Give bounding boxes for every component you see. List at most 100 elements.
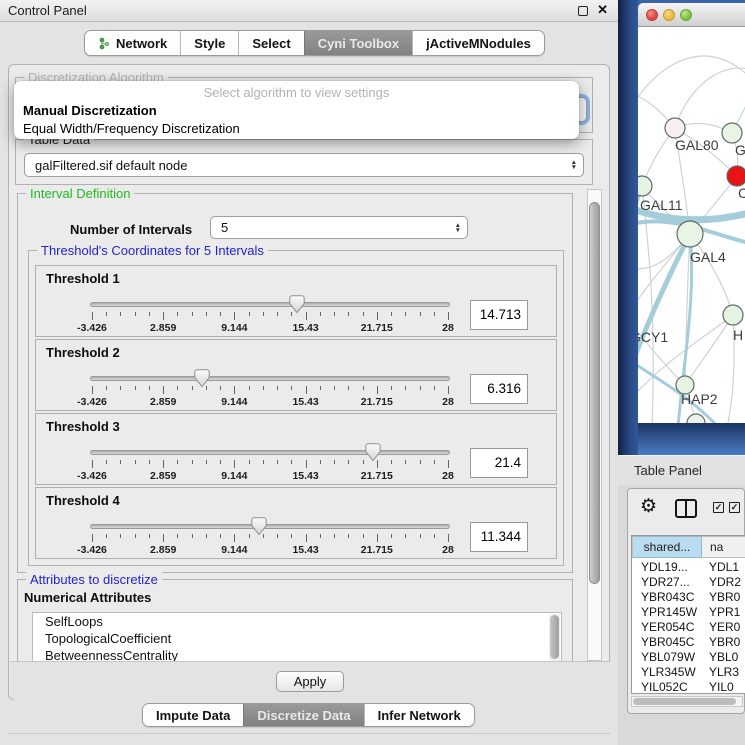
table-cell[interactable]: YPR1 xyxy=(702,605,745,620)
network-edge xyxy=(685,315,733,385)
slider-track[interactable] xyxy=(90,524,450,529)
zoom-traffic-light[interactable] xyxy=(680,9,692,21)
stepper-icon[interactable]: ▲ ▼ xyxy=(565,160,583,170)
minimize-traffic-light[interactable] xyxy=(663,9,675,21)
threshold-slider[interactable]: -3.4262.8599.14415.4321.71528 xyxy=(92,296,448,338)
checkbox-icon[interactable]: ✓ xyxy=(729,502,740,513)
numerical-attributes-list[interactable]: SelfLoopsTopologicalCoefficientBetweenne… xyxy=(32,612,562,661)
table-row[interactable]: YIL052CYIL0 xyxy=(632,680,745,694)
thresholds-group: Threshold's Coordinates for 5 Intervals … xyxy=(28,250,564,566)
table-cell[interactable]: YIL0 xyxy=(702,680,745,694)
tick-label: 2.859 xyxy=(150,470,176,482)
threshold-slider[interactable]: -3.4262.8599.14415.4321.71528 xyxy=(92,444,448,486)
column-header-shared[interactable]: shared... xyxy=(632,536,702,558)
network-node-GAL11[interactable] xyxy=(638,176,652,196)
node-label: H xyxy=(733,327,743,343)
slider-track[interactable] xyxy=(90,376,450,381)
control-panel-titlebar: Control Panel ✕ xyxy=(0,0,618,22)
table-cell[interactable]: YDR2 xyxy=(702,575,745,590)
threshold-label: Threshold 2 xyxy=(46,345,120,360)
table-cell[interactable]: YIL052C xyxy=(632,680,702,694)
list-item-topologicalcoefficient[interactable]: TopologicalCoefficient xyxy=(33,630,561,647)
table-cell[interactable]: YBR0 xyxy=(702,590,745,605)
table-row[interactable]: YBL079WYBL0 xyxy=(632,650,745,665)
network-edge xyxy=(638,56,745,112)
table-row[interactable]: YLR345WYLR3 xyxy=(632,665,745,680)
table-row[interactable]: YPR145WYPR1 xyxy=(632,605,745,620)
tab-impute-data[interactable]: Impute Data xyxy=(143,704,243,726)
table-row[interactable]: YBR045CYBR0 xyxy=(632,635,745,650)
network-node-node-bottom[interactable] xyxy=(687,414,705,423)
network-canvas[interactable]: GAL80GCGAL11GAL4GCY1HHAP2 xyxy=(638,27,745,423)
tab-jactivemnodules[interactable]: jActiveMNodules xyxy=(412,31,544,55)
window-frame-bottom xyxy=(638,423,745,455)
table-cell[interactable]: YPR145W xyxy=(632,605,702,620)
panel-scrollbar[interactable] xyxy=(587,189,602,661)
table-cell[interactable]: YER054C xyxy=(632,620,702,635)
threshold-slider[interactable]: -3.4262.8599.14415.4321.71528 xyxy=(92,370,448,412)
list-scrollbar-thumb[interactable] xyxy=(550,615,559,659)
split-columns-icon[interactable] xyxy=(675,499,697,518)
slider-track[interactable] xyxy=(90,302,450,307)
stepper-icon[interactable]: ▲ ▼ xyxy=(449,223,467,233)
close-icon[interactable]: ✕ xyxy=(597,2,608,18)
threshold-slider[interactable]: -3.4262.8599.14415.4321.71528 xyxy=(92,518,448,560)
table-cell[interactable]: YBL079W xyxy=(632,650,702,665)
table-cell[interactable]: YBL0 xyxy=(702,650,745,665)
table-cell[interactable]: YBR0 xyxy=(702,635,745,650)
list-scrollbar[interactable] xyxy=(549,614,560,661)
gear-icon[interactable]: ⚙ xyxy=(640,497,657,517)
table-row[interactable]: YDL19...YDL1 xyxy=(632,560,745,575)
dropdown-option-equal-width-frequency-discretization[interactable]: Equal Width/Frequency Discretization xyxy=(14,120,579,138)
tab-discretize-data[interactable]: Discretize Data xyxy=(243,704,363,726)
threshold-value-field[interactable]: 14.713 xyxy=(470,300,528,330)
table-cell[interactable]: YBR043C xyxy=(632,590,702,605)
table-data-select[interactable]: galFiltered.sif default node ▲ ▼ xyxy=(24,153,584,177)
network-node-H[interactable] xyxy=(723,305,743,325)
tick-label: -3.426 xyxy=(77,396,107,408)
dropdown-option-manual-discretization[interactable]: Manual Discretization xyxy=(14,102,579,120)
table-row[interactable]: YDR27...YDR2 xyxy=(632,575,745,590)
tick-label: 15.43 xyxy=(292,396,318,408)
column-header-na[interactable]: na xyxy=(702,536,745,558)
list-item-selfloops[interactable]: SelfLoops xyxy=(33,613,561,630)
threshold-value-field[interactable]: 21.4 xyxy=(470,448,528,478)
table-hscrollbar[interactable] xyxy=(631,696,743,707)
attributes-group-title: Attributes to discretize xyxy=(26,572,162,587)
table-cell[interactable]: YLR345W xyxy=(632,665,702,680)
tab-select[interactable]: Select xyxy=(238,31,303,55)
table-cell[interactable]: YDL19... xyxy=(632,560,702,575)
apply-button[interactable]: Apply xyxy=(276,671,344,692)
table-cell[interactable]: YDR27... xyxy=(632,575,702,590)
network-node-C[interactable] xyxy=(727,166,745,186)
tab-style[interactable]: Style xyxy=(180,31,238,55)
attributes-group: Attributes to discretize Numerical Attri… xyxy=(17,579,573,661)
checkbox-icon[interactable]: ✓ xyxy=(713,502,724,513)
tab-infer-network[interactable]: Infer Network xyxy=(364,704,474,726)
float-icon[interactable] xyxy=(578,6,588,16)
table-cell[interactable]: YBR045C xyxy=(632,635,702,650)
panel-title: Control Panel xyxy=(8,3,87,18)
slider-track[interactable] xyxy=(90,450,450,455)
node-label: GAL80 xyxy=(675,137,719,153)
tab-network[interactable]: Network xyxy=(85,31,180,55)
network-node-G[interactable] xyxy=(722,123,742,143)
slider-ticks xyxy=(92,534,448,544)
table-hscrollbar-thumb[interactable] xyxy=(633,698,736,705)
tab-cyni-toolbox[interactable]: Cyni Toolbox xyxy=(304,31,412,55)
list-item-betweennesscentrality[interactable]: BetweennessCentrality xyxy=(33,647,561,661)
table-cell[interactable]: YER0 xyxy=(702,620,745,635)
table-row[interactable]: YER054CYER0 xyxy=(632,620,745,635)
panel-scrollbar-thumb[interactable] xyxy=(589,202,600,584)
number-of-intervals-select[interactable]: 5 ▲ ▼ xyxy=(210,216,468,239)
threshold-value-field[interactable]: 11.344 xyxy=(470,522,528,552)
network-node-GAL4[interactable] xyxy=(677,221,703,247)
table-cell[interactable]: YDL1 xyxy=(702,560,745,575)
table-cell[interactable]: YLR3 xyxy=(702,665,745,680)
network-node-GAL80[interactable] xyxy=(665,118,685,138)
tick-label: 15.43 xyxy=(292,322,318,334)
network-window-titlebar[interactable] xyxy=(638,3,745,27)
close-traffic-light[interactable] xyxy=(646,9,658,21)
table-row[interactable]: YBR043CYBR0 xyxy=(632,590,745,605)
threshold-value-field[interactable]: 6.316 xyxy=(470,374,528,404)
